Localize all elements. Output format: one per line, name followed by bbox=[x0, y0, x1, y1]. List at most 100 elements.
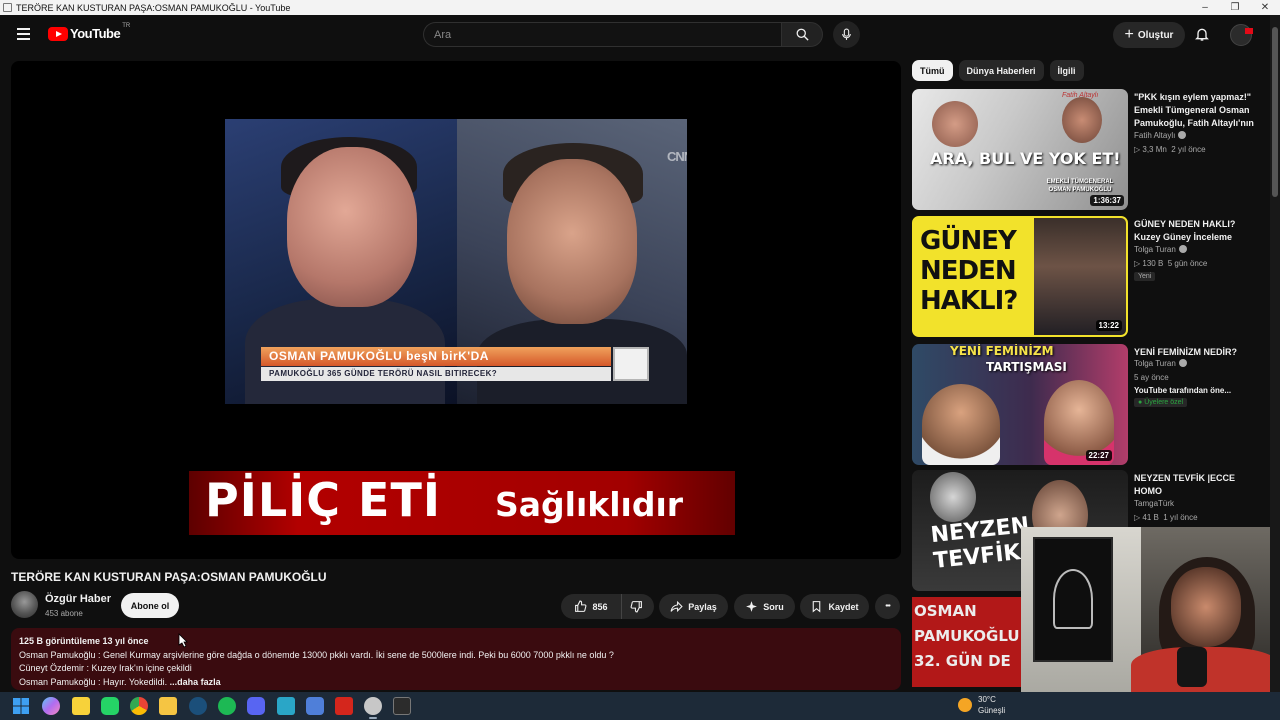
related-video-channel[interactable]: Tolga Turan bbox=[1134, 358, 1187, 368]
plus-icon: + bbox=[1124, 26, 1134, 43]
related-video-card[interactable]: GÜNEY NEDEN HAKLI? 13:22 GÜNEY NEDEN HAK… bbox=[912, 216, 1268, 338]
youtube-logo[interactable]: YouTube TR bbox=[48, 23, 130, 41]
close-button[interactable]: ✕ bbox=[1250, 2, 1280, 13]
youtube-play-icon bbox=[48, 26, 68, 41]
thumbnail-headline: ARA, BUL VE YOK ET! bbox=[930, 149, 1121, 168]
related-video-channel[interactable]: TamgaTürk bbox=[1134, 499, 1174, 508]
verified-check-icon bbox=[1178, 358, 1187, 367]
menu-icon[interactable] bbox=[14, 25, 34, 43]
verified-check-icon bbox=[1178, 130, 1187, 139]
thumbnail-person bbox=[930, 472, 976, 522]
thumbnail-headline: GÜNEY NEDEN HAKLI? bbox=[920, 226, 1018, 316]
thumbnail-line: OSMAN bbox=[914, 602, 977, 620]
subscriber-count: 453 abone bbox=[45, 609, 83, 618]
video-duration: 22:27 bbox=[1085, 450, 1112, 461]
obs-icon[interactable] bbox=[364, 697, 382, 715]
thumbnail-line: HAKLI? bbox=[920, 286, 1018, 316]
minimize-button[interactable]: – bbox=[1190, 2, 1220, 13]
host-face bbox=[507, 159, 637, 324]
windows-taskbar: 30°C Güneşli bbox=[0, 692, 1280, 720]
save-label: Kaydet bbox=[828, 601, 859, 612]
copilot-icon[interactable] bbox=[42, 697, 60, 715]
banner-left-text: PİLİÇ ETİ bbox=[205, 473, 441, 527]
description-line3: Osman Pamukoğlu : Hayır. Yokedildi. bbox=[19, 676, 168, 687]
pdf-reader-icon[interactable] bbox=[335, 697, 353, 715]
chip-related[interactable]: İlgili bbox=[1049, 60, 1084, 81]
lower-third-line1: OSMAN PAMUKOĞLU beşN birK'DA bbox=[261, 347, 611, 366]
members-only-label: Üyelere özel bbox=[1144, 399, 1184, 406]
terminal-icon[interactable] bbox=[393, 697, 411, 715]
thumbnail-headline: YENİ FEMİNİZM bbox=[950, 344, 1054, 358]
more-actions-button[interactable]: ••• bbox=[875, 594, 900, 619]
channel-label: Tolga Turan bbox=[1134, 245, 1176, 254]
like-button[interactable]: 856 bbox=[561, 594, 622, 619]
store-icon[interactable] bbox=[277, 697, 295, 715]
spotify-icon[interactable] bbox=[218, 697, 236, 715]
voice-search-button[interactable] bbox=[833, 21, 860, 48]
masthead: YouTube TR + Oluştur bbox=[0, 15, 1280, 53]
video-player[interactable]: CNN OSMAN PAMUKOĞLU beşN birK'DA PAMUKOĞ… bbox=[11, 61, 901, 559]
description-line2: Cüneyt Özdemir : Kuzey Irak'ın içine çek… bbox=[19, 663, 192, 673]
dislike-button[interactable] bbox=[623, 594, 654, 619]
search-input[interactable] bbox=[424, 23, 781, 46]
verified-check-icon bbox=[1178, 244, 1187, 253]
discord-icon[interactable] bbox=[247, 697, 265, 715]
related-video-title[interactable]: NEYZEN TEVFİK |ECCE HOMO bbox=[1134, 472, 1262, 498]
browser-app-icon bbox=[3, 3, 12, 12]
view-count: 130 B bbox=[1142, 259, 1164, 268]
lower-third: OSMAN PAMUKOĞLU beşN birK'DA PAMUKOĞLU 3… bbox=[261, 347, 651, 385]
related-video-thumbnail-partial[interactable]: OSMAN PAMUKOĞLU 32. GÜN DE bbox=[912, 597, 1024, 687]
related-video-title[interactable]: YENİ FEMİNİZM NEDİR? bbox=[1134, 346, 1262, 359]
thumbnail-subtext: EMEKLİ TÜMGENERAL OSMAN PAMUKOĞLU bbox=[1046, 179, 1114, 193]
video-frame: CNN OSMAN PAMUKOĞLU beşN birK'DA PAMUKOĞ… bbox=[225, 119, 687, 404]
create-button[interactable]: + Oluştur bbox=[1113, 22, 1185, 48]
related-video-channel[interactable]: Tolga Turan bbox=[1134, 244, 1187, 254]
microphone-icon bbox=[842, 28, 851, 40]
account-avatar[interactable] bbox=[1230, 24, 1253, 46]
video-thumbnail[interactable]: YENİ FEMİNİZM TARTIŞMASI 22:27 bbox=[912, 344, 1128, 465]
related-video-card[interactable]: YENİ FEMİNİZM TARTIŞMASI 22:27 YENİ FEMİ… bbox=[912, 344, 1268, 466]
share-icon bbox=[670, 600, 683, 613]
controller-app-icon[interactable] bbox=[306, 697, 324, 715]
whatsapp-icon[interactable] bbox=[101, 697, 119, 715]
more-icon: ••• bbox=[885, 603, 890, 610]
related-video-title[interactable]: GÜNEY NEDEN HAKLI? Kuzey Güney İnceleme bbox=[1134, 218, 1262, 244]
video-duration: 1:36:37 bbox=[1090, 195, 1124, 206]
webcam-overlay bbox=[1021, 527, 1280, 692]
subscribe-button[interactable]: Abone ol bbox=[121, 593, 179, 618]
scrollbar-thumb[interactable] bbox=[1272, 27, 1278, 197]
search-button[interactable] bbox=[781, 22, 823, 47]
page-scrollbar[interactable] bbox=[1270, 15, 1280, 692]
microphone-icon bbox=[1177, 647, 1207, 687]
window-titlebar: TERÖRE KAN KUSTURAN PAŞA:OSMAN PAMUKOĞLU… bbox=[0, 0, 1280, 15]
weather-widget[interactable]: 30°C Güneşli bbox=[958, 694, 1005, 716]
sparkle-icon bbox=[746, 601, 758, 612]
streamer-face bbox=[1171, 567, 1241, 647]
notifications-bell-icon[interactable] bbox=[1194, 26, 1210, 47]
video-thumbnail[interactable]: GÜNEY NEDEN HAKLI? 13:22 bbox=[912, 216, 1128, 337]
share-button[interactable]: Paylaş bbox=[659, 594, 728, 619]
chip-world-news[interactable]: Dünya Haberleri bbox=[958, 60, 1044, 81]
video-thumbnail[interactable]: Fatih Altaylı ARA, BUL VE YOK ET! EMEKLİ… bbox=[912, 89, 1128, 210]
channel-name[interactable]: Özgür Haber bbox=[45, 593, 111, 605]
file-explorer-icon[interactable] bbox=[159, 697, 177, 715]
video-duration: 13:22 bbox=[1095, 320, 1122, 331]
save-button[interactable]: Kaydet bbox=[800, 594, 869, 619]
windows-start-icon[interactable] bbox=[12, 697, 30, 715]
steam-icon[interactable] bbox=[189, 697, 207, 715]
thumbnail-person bbox=[922, 384, 1000, 465]
related-video-channel[interactable]: Fatih Altaylı bbox=[1134, 130, 1187, 140]
related-video-title[interactable]: "PKK kışın eylem yapmaz!" Emekli Tümgene… bbox=[1134, 91, 1262, 131]
description-box[interactable]: 125 B görüntüleme 13 yıl önce Osman Pamu… bbox=[11, 628, 901, 690]
show-more-link[interactable]: ...daha fazla bbox=[170, 677, 221, 687]
maximize-button[interactable]: ❐ bbox=[1220, 2, 1250, 13]
channel-label: Fatih Altaylı bbox=[1134, 131, 1176, 140]
weather-condition: Güneşli bbox=[978, 706, 1006, 715]
notes-icon[interactable] bbox=[72, 697, 90, 715]
thumbnail-subheadline: TARTIŞMASI bbox=[986, 360, 1067, 374]
ask-button[interactable]: Soru bbox=[734, 594, 795, 619]
chrome-icon[interactable] bbox=[130, 697, 148, 715]
chip-all[interactable]: Tümü bbox=[912, 60, 953, 81]
related-video-card[interactable]: Fatih Altaylı ARA, BUL VE YOK ET! EMEKLİ… bbox=[912, 89, 1268, 211]
channel-avatar[interactable] bbox=[11, 591, 38, 618]
